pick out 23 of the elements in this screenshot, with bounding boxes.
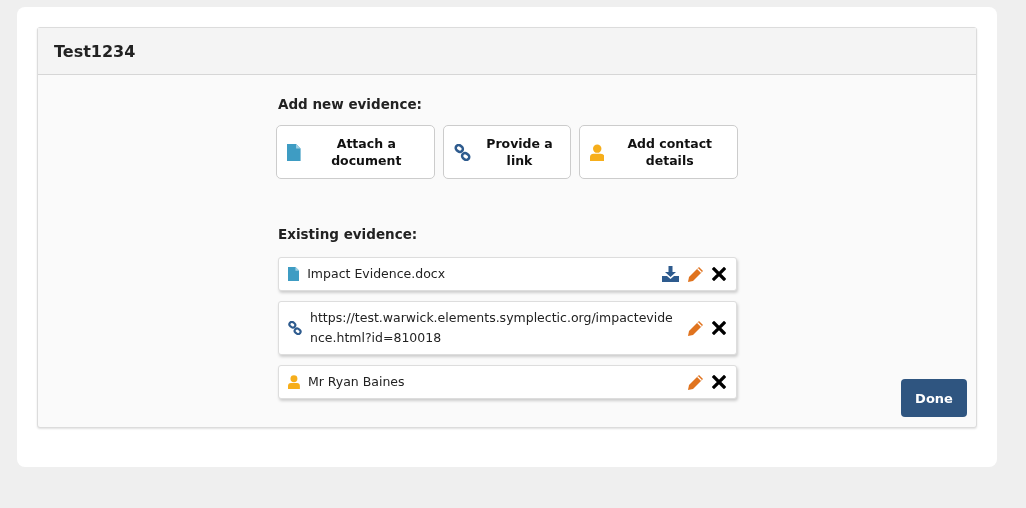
- download-icon[interactable]: [662, 266, 679, 282]
- section-heading: Add new evidence:: [278, 96, 423, 112]
- person-icon: [590, 143, 605, 161]
- evidence-text: https://test.warwick.elements.symplectic.org/impactevidence.html?id=810018: [310, 309, 674, 347]
- document-icon: [287, 143, 301, 161]
- link-icon: [454, 143, 471, 161]
- add-option-button[interactable]: Attach a document: [276, 125, 435, 179]
- edit-icon[interactable]: [687, 265, 704, 283]
- evidence-text: Mr Ryan Baines: [307, 373, 406, 391]
- close-icon[interactable]: [712, 321, 726, 335]
- evidence-text: Impact Evidence.docx: [307, 265, 447, 283]
- link-icon: [288, 321, 302, 335]
- done-button[interactable]: Done: [901, 379, 967, 417]
- edit-icon[interactable]: [687, 319, 704, 337]
- edit-icon[interactable]: [687, 373, 704, 391]
- close-icon[interactable]: [712, 267, 726, 281]
- add-option-button[interactable]: Add contact details: [579, 125, 738, 179]
- section-heading: Existing evidence:: [278, 226, 419, 242]
- document-icon: [288, 267, 300, 281]
- add-option-button[interactable]: Provide a link: [443, 125, 571, 179]
- panel-title: Test1234: [54, 41, 136, 61]
- close-icon[interactable]: [712, 375, 726, 389]
- person-icon: [288, 375, 300, 389]
